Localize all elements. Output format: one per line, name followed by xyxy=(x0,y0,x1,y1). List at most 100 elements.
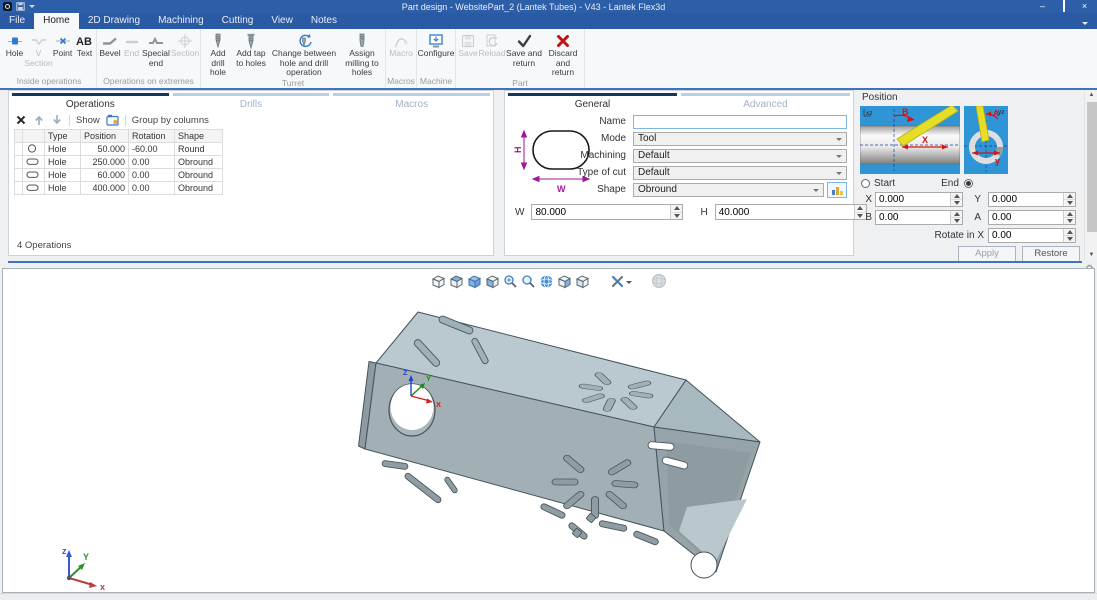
shape-library-button[interactable] xyxy=(827,182,847,198)
properties-panel-tabs: General Advanced xyxy=(505,91,853,111)
start-radio[interactable] xyxy=(861,179,870,188)
save-and-return-button[interactable]: Save and return xyxy=(505,29,543,78)
table-row[interactable]: Hole 60.000 0.00 Obround xyxy=(15,169,223,182)
triad-x-label: x xyxy=(100,582,105,590)
quick-save-icon[interactable] xyxy=(16,2,25,11)
obround-shape-icon xyxy=(26,183,39,192)
tab-machining[interactable]: Machining xyxy=(149,13,213,29)
discard-and-return-button[interactable]: Discard and return xyxy=(543,29,583,78)
add-tap-to-holes-button[interactable]: Add tap to holes xyxy=(234,29,268,78)
chevron-down-icon xyxy=(836,138,842,144)
change-hole-drill-button[interactable]: Change between hole and drill operation xyxy=(268,29,340,78)
special-end-button[interactable]: Special end xyxy=(141,29,171,76)
operations-toolbar: Show Group by columns xyxy=(9,111,493,128)
hole-triad-z-label: Z xyxy=(403,368,408,377)
type-of-cut-select[interactable]: Default xyxy=(633,166,847,180)
close-button[interactable]: × xyxy=(1074,0,1095,13)
section-button[interactable]: Section xyxy=(171,29,199,76)
table-row[interactable]: Hole 250.000 0.00 Obround xyxy=(15,156,223,169)
spinner-down-button[interactable] xyxy=(1064,199,1075,206)
reload-button[interactable]: Reload xyxy=(479,29,505,78)
chevron-down-icon xyxy=(836,172,842,178)
ribbon-collapse-chevron-icon[interactable] xyxy=(1082,22,1088,28)
tab-macros[interactable]: Macros xyxy=(333,93,490,111)
tab-2d-drawing[interactable]: 2D Drawing xyxy=(79,13,149,29)
tab-general[interactable]: General xyxy=(508,93,677,111)
scroll-down-arrow[interactable]: ▼ xyxy=(1085,250,1097,260)
tab-cutting[interactable]: Cutting xyxy=(213,13,263,29)
table-row[interactable]: Hole 400.000 0.00 Obround xyxy=(15,182,223,195)
spinner-down-button[interactable] xyxy=(1064,235,1075,242)
tab-file[interactable]: File xyxy=(0,13,34,29)
assign-milling-button[interactable]: Assign milling to holes xyxy=(340,29,384,78)
3d-viewport[interactable]: Z Y X z Y x xyxy=(2,268,1095,593)
bar-chart-icon xyxy=(831,184,844,196)
tab-drills[interactable]: Drills xyxy=(173,93,330,111)
spinner-down-button[interactable] xyxy=(671,212,682,220)
tab-view[interactable]: View xyxy=(262,13,302,29)
machining-select[interactable]: Default xyxy=(633,149,847,163)
minimize-button[interactable]: – xyxy=(1032,0,1053,13)
xz-axis-label: xz xyxy=(866,110,873,117)
hole-properties-panel: General Advanced H W Name Mode Tool xyxy=(504,90,854,256)
maximize-button[interactable] xyxy=(1053,0,1074,13)
v-section-button[interactable]: V Section xyxy=(26,29,51,76)
position-panel-title: Position xyxy=(862,92,898,103)
distance-y-label: y xyxy=(995,156,1000,166)
mode-select[interactable]: Tool xyxy=(633,132,847,146)
width-field[interactable] xyxy=(532,205,670,219)
tab-notes[interactable]: Notes xyxy=(302,13,346,29)
restore-button[interactable]: Restore xyxy=(1022,246,1080,262)
tab-operations[interactable]: Operations xyxy=(12,93,169,111)
macro-icon xyxy=(393,32,409,49)
group-by-columns-button[interactable]: Group by columns xyxy=(132,115,209,126)
change-hole-drill-icon xyxy=(295,32,313,49)
snapshot-icon[interactable] xyxy=(106,114,119,126)
point-button[interactable]: Point xyxy=(51,29,74,76)
height-field[interactable] xyxy=(716,205,854,219)
spinner-down-button[interactable] xyxy=(951,217,962,224)
move-up-icon[interactable] xyxy=(33,114,45,126)
macro-button[interactable]: Macro xyxy=(387,29,415,76)
discard-x-icon xyxy=(555,32,571,49)
spinner-down-button[interactable] xyxy=(1064,217,1075,224)
end-radio[interactable] xyxy=(964,179,973,188)
bevel-button[interactable]: Bevel xyxy=(98,29,122,76)
shape-select[interactable]: Obround xyxy=(633,183,824,197)
column-header-position[interactable]: Position xyxy=(81,130,129,143)
column-header-rotation[interactable]: Rotation xyxy=(129,130,175,143)
configure-button[interactable]: Configure xyxy=(418,29,454,76)
scroll-up-arrow[interactable]: ▲ xyxy=(1085,90,1097,100)
spinner-down-button[interactable] xyxy=(951,199,962,206)
text-button[interactable]: AB Text xyxy=(74,29,95,76)
end-button[interactable]: End xyxy=(122,29,141,76)
add-drill-hole-button[interactable]: Add drill hole xyxy=(202,29,234,78)
column-header-type[interactable]: Type xyxy=(45,130,81,143)
y-field[interactable] xyxy=(989,193,1063,206)
bevel-icon xyxy=(102,32,118,49)
rotate-in-x-field[interactable] xyxy=(989,229,1063,242)
save-button[interactable]: Save xyxy=(457,29,479,78)
b-field[interactable] xyxy=(876,211,950,224)
app-logo-icon[interactable] xyxy=(3,2,12,11)
a-label: A xyxy=(970,212,981,223)
ribbon-group-macros: Macro Macros xyxy=(386,29,417,88)
name-field[interactable] xyxy=(633,115,847,129)
table-row[interactable]: Hole 50.000 -60.00 Round xyxy=(15,143,223,156)
triad-z-label: z xyxy=(62,546,67,556)
a-field[interactable] xyxy=(989,211,1063,224)
scrollbar-thumb[interactable] xyxy=(1087,102,1097,232)
column-header-shape[interactable]: Shape xyxy=(175,130,223,143)
apply-button[interactable]: Apply xyxy=(958,246,1016,262)
point-icon xyxy=(55,32,71,49)
move-down-icon[interactable] xyxy=(51,114,63,126)
text-icon: AB xyxy=(76,32,94,49)
chevron-down-icon xyxy=(813,189,819,195)
tab-home[interactable]: Home xyxy=(34,13,79,29)
x-field[interactable] xyxy=(876,193,950,206)
rotate-in-x-row: Rotate in X xyxy=(858,228,1082,243)
title-bar: Part design - WebsitePart_2 (Lantek Tube… xyxy=(0,0,1097,13)
show-button[interactable]: Show xyxy=(76,115,100,126)
tab-advanced[interactable]: Advanced xyxy=(681,93,850,111)
delete-operation-icon[interactable] xyxy=(15,114,27,126)
